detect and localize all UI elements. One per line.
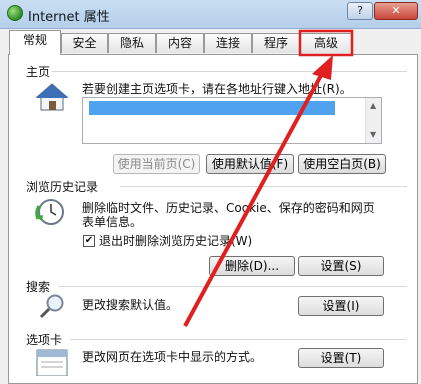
tab-security[interactable]: 安全: [61, 33, 108, 53]
internet-icon: [7, 5, 23, 21]
tabs-description: 更改网页在选项卡中显示的方式。: [82, 350, 263, 364]
scroll-down-icon[interactable]: ▼: [370, 130, 376, 139]
homepage-url-field[interactable]: ▲ ▼: [82, 97, 382, 144]
clock-icon: [35, 199, 64, 225]
use-blank-button[interactable]: 使用空白页(B): [298, 154, 386, 174]
homepage-description: 若要创建主页选项卡，请在各地址行键入地址(R)。: [82, 82, 352, 96]
search-divider: [58, 286, 407, 287]
delete-on-exit-checkbox[interactable]: ✔: [83, 235, 95, 247]
search-description: 更改搜索默认值。: [82, 298, 179, 312]
help-button[interactable]: ?: [347, 2, 373, 20]
tabs-settings-button[interactable]: 设置(T): [298, 348, 384, 368]
history-section-title: 浏览历史记录: [26, 178, 99, 195]
magnifier-icon: [39, 294, 64, 319]
title-bar: Internet 属性 ? ✕: [0, 0, 421, 29]
tab-general[interactable]: 常规: [9, 30, 61, 55]
homepage-section-title: 主页: [26, 63, 51, 80]
history-settings-button[interactable]: 设置(S): [298, 256, 384, 276]
homepage-url-redacted: [89, 101, 335, 115]
homepage-scrollbar[interactable]: ▲ ▼: [365, 98, 381, 143]
homepage-divider: [52, 71, 407, 72]
use-current-button[interactable]: 使用当前页(C): [113, 154, 200, 174]
tabs-divider: [70, 339, 407, 340]
history-divider: [120, 186, 407, 187]
window-title: Internet 属性: [28, 10, 110, 25]
tab-advanced[interactable]: 高级: [300, 33, 352, 53]
tab-connections[interactable]: 连接: [204, 33, 252, 53]
history-description-1: 删除临时文件、历史记录、Cookie、保存的密码和网页: [82, 201, 375, 215]
close-button[interactable]: ✕: [374, 2, 418, 20]
tabs-icon: [36, 349, 68, 376]
tab-programs[interactable]: 程序: [252, 33, 300, 53]
delete-on-exit-label: 退出时删除浏览历史记录(W): [99, 234, 253, 248]
history-description-2: 表单信息。: [82, 215, 143, 229]
scroll-up-icon[interactable]: ▲: [370, 101, 376, 110]
delete-history-button[interactable]: 删除(D)...: [209, 256, 295, 276]
tab-privacy[interactable]: 隐私: [108, 33, 156, 53]
search-settings-button[interactable]: 设置(I): [298, 296, 384, 316]
use-default-button[interactable]: 使用默认值(F): [206, 154, 294, 174]
house-icon: [35, 83, 69, 111]
tab-content[interactable]: 内容: [156, 33, 204, 53]
